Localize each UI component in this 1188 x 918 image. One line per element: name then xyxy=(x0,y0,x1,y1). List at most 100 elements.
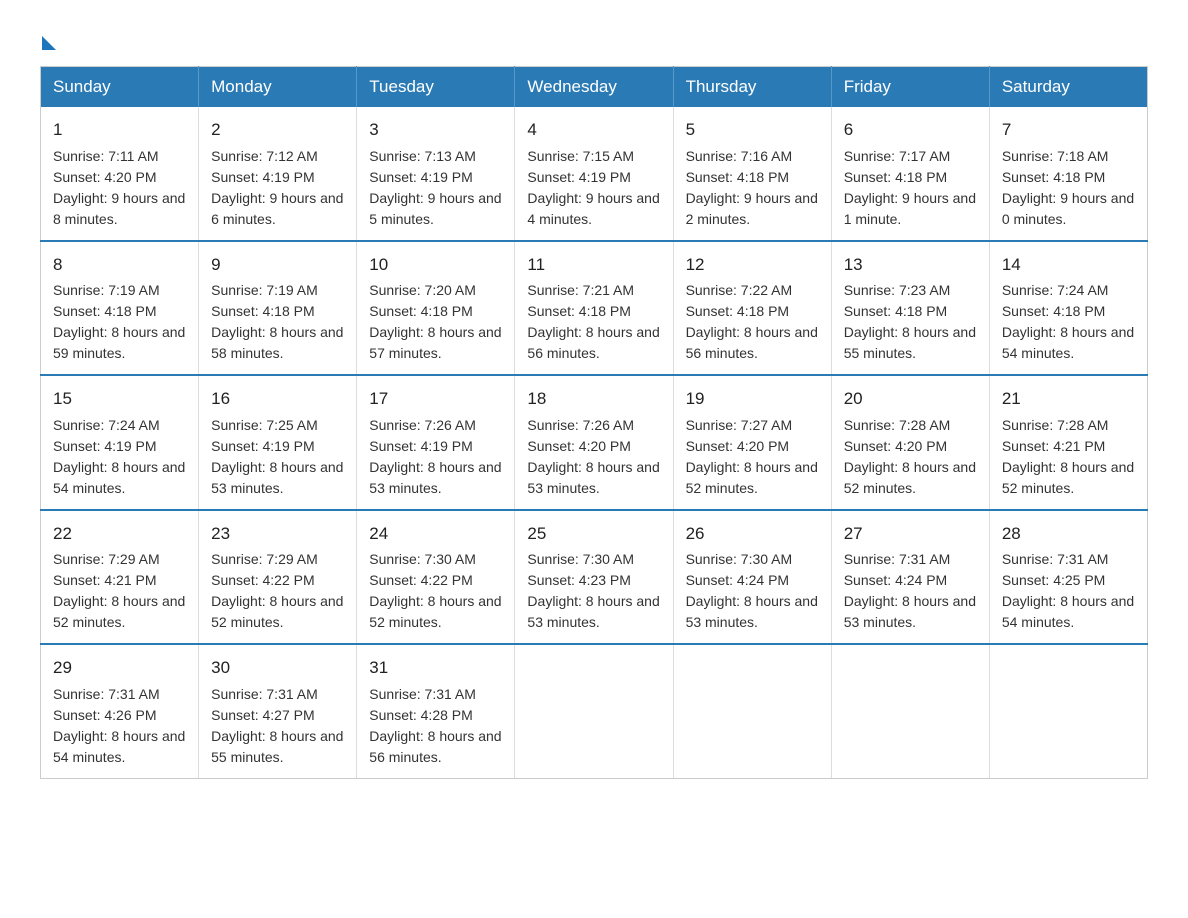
calendar-cell: 20 Sunrise: 7:28 AMSunset: 4:20 PMDaylig… xyxy=(831,375,989,510)
calendar-cell: 26 Sunrise: 7:30 AMSunset: 4:24 PMDaylig… xyxy=(673,510,831,645)
calendar-cell: 16 Sunrise: 7:25 AMSunset: 4:19 PMDaylig… xyxy=(199,375,357,510)
weekday-header-friday: Friday xyxy=(831,67,989,108)
day-info: Sunrise: 7:24 AMSunset: 4:18 PMDaylight:… xyxy=(1002,282,1134,361)
calendar-cell: 22 Sunrise: 7:29 AMSunset: 4:21 PMDaylig… xyxy=(41,510,199,645)
day-info: Sunrise: 7:26 AMSunset: 4:20 PMDaylight:… xyxy=(527,417,659,496)
logo xyxy=(40,30,56,46)
day-info: Sunrise: 7:21 AMSunset: 4:18 PMDaylight:… xyxy=(527,282,659,361)
day-info: Sunrise: 7:16 AMSunset: 4:18 PMDaylight:… xyxy=(686,148,818,227)
page-header xyxy=(40,30,1148,46)
day-number: 6 xyxy=(844,117,977,143)
day-number: 27 xyxy=(844,521,977,547)
day-info: Sunrise: 7:17 AMSunset: 4:18 PMDaylight:… xyxy=(844,148,976,227)
calendar-cell: 5 Sunrise: 7:16 AMSunset: 4:18 PMDayligh… xyxy=(673,107,831,241)
day-number: 28 xyxy=(1002,521,1135,547)
calendar-cell: 13 Sunrise: 7:23 AMSunset: 4:18 PMDaylig… xyxy=(831,241,989,376)
day-number: 18 xyxy=(527,386,660,412)
calendar-cell: 18 Sunrise: 7:26 AMSunset: 4:20 PMDaylig… xyxy=(515,375,673,510)
day-number: 5 xyxy=(686,117,819,143)
day-info: Sunrise: 7:31 AMSunset: 4:24 PMDaylight:… xyxy=(844,551,976,630)
day-info: Sunrise: 7:25 AMSunset: 4:19 PMDaylight:… xyxy=(211,417,343,496)
day-info: Sunrise: 7:31 AMSunset: 4:27 PMDaylight:… xyxy=(211,686,343,765)
day-info: Sunrise: 7:12 AMSunset: 4:19 PMDaylight:… xyxy=(211,148,343,227)
day-info: Sunrise: 7:11 AMSunset: 4:20 PMDaylight:… xyxy=(53,148,185,227)
day-number: 16 xyxy=(211,386,344,412)
calendar-cell: 23 Sunrise: 7:29 AMSunset: 4:22 PMDaylig… xyxy=(199,510,357,645)
day-info: Sunrise: 7:31 AMSunset: 4:25 PMDaylight:… xyxy=(1002,551,1134,630)
logo-arrow-icon xyxy=(42,36,56,50)
day-number: 29 xyxy=(53,655,186,681)
day-info: Sunrise: 7:18 AMSunset: 4:18 PMDaylight:… xyxy=(1002,148,1134,227)
weekday-header-tuesday: Tuesday xyxy=(357,67,515,108)
calendar-cell: 6 Sunrise: 7:17 AMSunset: 4:18 PMDayligh… xyxy=(831,107,989,241)
day-info: Sunrise: 7:28 AMSunset: 4:21 PMDaylight:… xyxy=(1002,417,1134,496)
calendar-cell: 1 Sunrise: 7:11 AMSunset: 4:20 PMDayligh… xyxy=(41,107,199,241)
day-info: Sunrise: 7:19 AMSunset: 4:18 PMDaylight:… xyxy=(211,282,343,361)
calendar-cell: 27 Sunrise: 7:31 AMSunset: 4:24 PMDaylig… xyxy=(831,510,989,645)
calendar-cell: 19 Sunrise: 7:27 AMSunset: 4:20 PMDaylig… xyxy=(673,375,831,510)
day-number: 8 xyxy=(53,252,186,278)
day-number: 17 xyxy=(369,386,502,412)
day-info: Sunrise: 7:30 AMSunset: 4:24 PMDaylight:… xyxy=(686,551,818,630)
day-number: 12 xyxy=(686,252,819,278)
day-number: 9 xyxy=(211,252,344,278)
day-info: Sunrise: 7:30 AMSunset: 4:22 PMDaylight:… xyxy=(369,551,501,630)
day-number: 10 xyxy=(369,252,502,278)
calendar-cell xyxy=(673,644,831,778)
calendar-cell xyxy=(989,644,1147,778)
day-number: 23 xyxy=(211,521,344,547)
weekday-header-sunday: Sunday xyxy=(41,67,199,108)
day-number: 24 xyxy=(369,521,502,547)
calendar-header-row: SundayMondayTuesdayWednesdayThursdayFrid… xyxy=(41,67,1148,108)
calendar-cell: 15 Sunrise: 7:24 AMSunset: 4:19 PMDaylig… xyxy=(41,375,199,510)
calendar-week-row: 1 Sunrise: 7:11 AMSunset: 4:20 PMDayligh… xyxy=(41,107,1148,241)
day-info: Sunrise: 7:28 AMSunset: 4:20 PMDaylight:… xyxy=(844,417,976,496)
calendar-cell xyxy=(515,644,673,778)
calendar-cell: 7 Sunrise: 7:18 AMSunset: 4:18 PMDayligh… xyxy=(989,107,1147,241)
day-info: Sunrise: 7:19 AMSunset: 4:18 PMDaylight:… xyxy=(53,282,185,361)
day-number: 3 xyxy=(369,117,502,143)
day-number: 21 xyxy=(1002,386,1135,412)
calendar-cell: 12 Sunrise: 7:22 AMSunset: 4:18 PMDaylig… xyxy=(673,241,831,376)
calendar-cell: 14 Sunrise: 7:24 AMSunset: 4:18 PMDaylig… xyxy=(989,241,1147,376)
calendar-cell: 24 Sunrise: 7:30 AMSunset: 4:22 PMDaylig… xyxy=(357,510,515,645)
day-number: 26 xyxy=(686,521,819,547)
calendar-week-row: 22 Sunrise: 7:29 AMSunset: 4:21 PMDaylig… xyxy=(41,510,1148,645)
day-number: 13 xyxy=(844,252,977,278)
calendar-cell xyxy=(831,644,989,778)
weekday-header-wednesday: Wednesday xyxy=(515,67,673,108)
day-number: 20 xyxy=(844,386,977,412)
calendar-week-row: 15 Sunrise: 7:24 AMSunset: 4:19 PMDaylig… xyxy=(41,375,1148,510)
day-info: Sunrise: 7:30 AMSunset: 4:23 PMDaylight:… xyxy=(527,551,659,630)
weekday-header-monday: Monday xyxy=(199,67,357,108)
calendar-cell: 29 Sunrise: 7:31 AMSunset: 4:26 PMDaylig… xyxy=(41,644,199,778)
calendar-table: SundayMondayTuesdayWednesdayThursdayFrid… xyxy=(40,66,1148,779)
day-info: Sunrise: 7:31 AMSunset: 4:28 PMDaylight:… xyxy=(369,686,501,765)
calendar-cell: 9 Sunrise: 7:19 AMSunset: 4:18 PMDayligh… xyxy=(199,241,357,376)
day-number: 7 xyxy=(1002,117,1135,143)
calendar-cell: 30 Sunrise: 7:31 AMSunset: 4:27 PMDaylig… xyxy=(199,644,357,778)
day-info: Sunrise: 7:31 AMSunset: 4:26 PMDaylight:… xyxy=(53,686,185,765)
day-number: 30 xyxy=(211,655,344,681)
day-number: 11 xyxy=(527,252,660,278)
day-info: Sunrise: 7:20 AMSunset: 4:18 PMDaylight:… xyxy=(369,282,501,361)
day-number: 25 xyxy=(527,521,660,547)
day-number: 4 xyxy=(527,117,660,143)
day-info: Sunrise: 7:13 AMSunset: 4:19 PMDaylight:… xyxy=(369,148,501,227)
calendar-cell: 25 Sunrise: 7:30 AMSunset: 4:23 PMDaylig… xyxy=(515,510,673,645)
day-number: 2 xyxy=(211,117,344,143)
calendar-cell: 4 Sunrise: 7:15 AMSunset: 4:19 PMDayligh… xyxy=(515,107,673,241)
calendar-cell: 28 Sunrise: 7:31 AMSunset: 4:25 PMDaylig… xyxy=(989,510,1147,645)
day-number: 19 xyxy=(686,386,819,412)
weekday-header-saturday: Saturday xyxy=(989,67,1147,108)
day-info: Sunrise: 7:22 AMSunset: 4:18 PMDaylight:… xyxy=(686,282,818,361)
day-number: 31 xyxy=(369,655,502,681)
calendar-cell: 10 Sunrise: 7:20 AMSunset: 4:18 PMDaylig… xyxy=(357,241,515,376)
calendar-cell: 31 Sunrise: 7:31 AMSunset: 4:28 PMDaylig… xyxy=(357,644,515,778)
calendar-cell: 3 Sunrise: 7:13 AMSunset: 4:19 PMDayligh… xyxy=(357,107,515,241)
weekday-header-thursday: Thursday xyxy=(673,67,831,108)
calendar-week-row: 8 Sunrise: 7:19 AMSunset: 4:18 PMDayligh… xyxy=(41,241,1148,376)
day-number: 14 xyxy=(1002,252,1135,278)
day-number: 15 xyxy=(53,386,186,412)
calendar-cell: 11 Sunrise: 7:21 AMSunset: 4:18 PMDaylig… xyxy=(515,241,673,376)
